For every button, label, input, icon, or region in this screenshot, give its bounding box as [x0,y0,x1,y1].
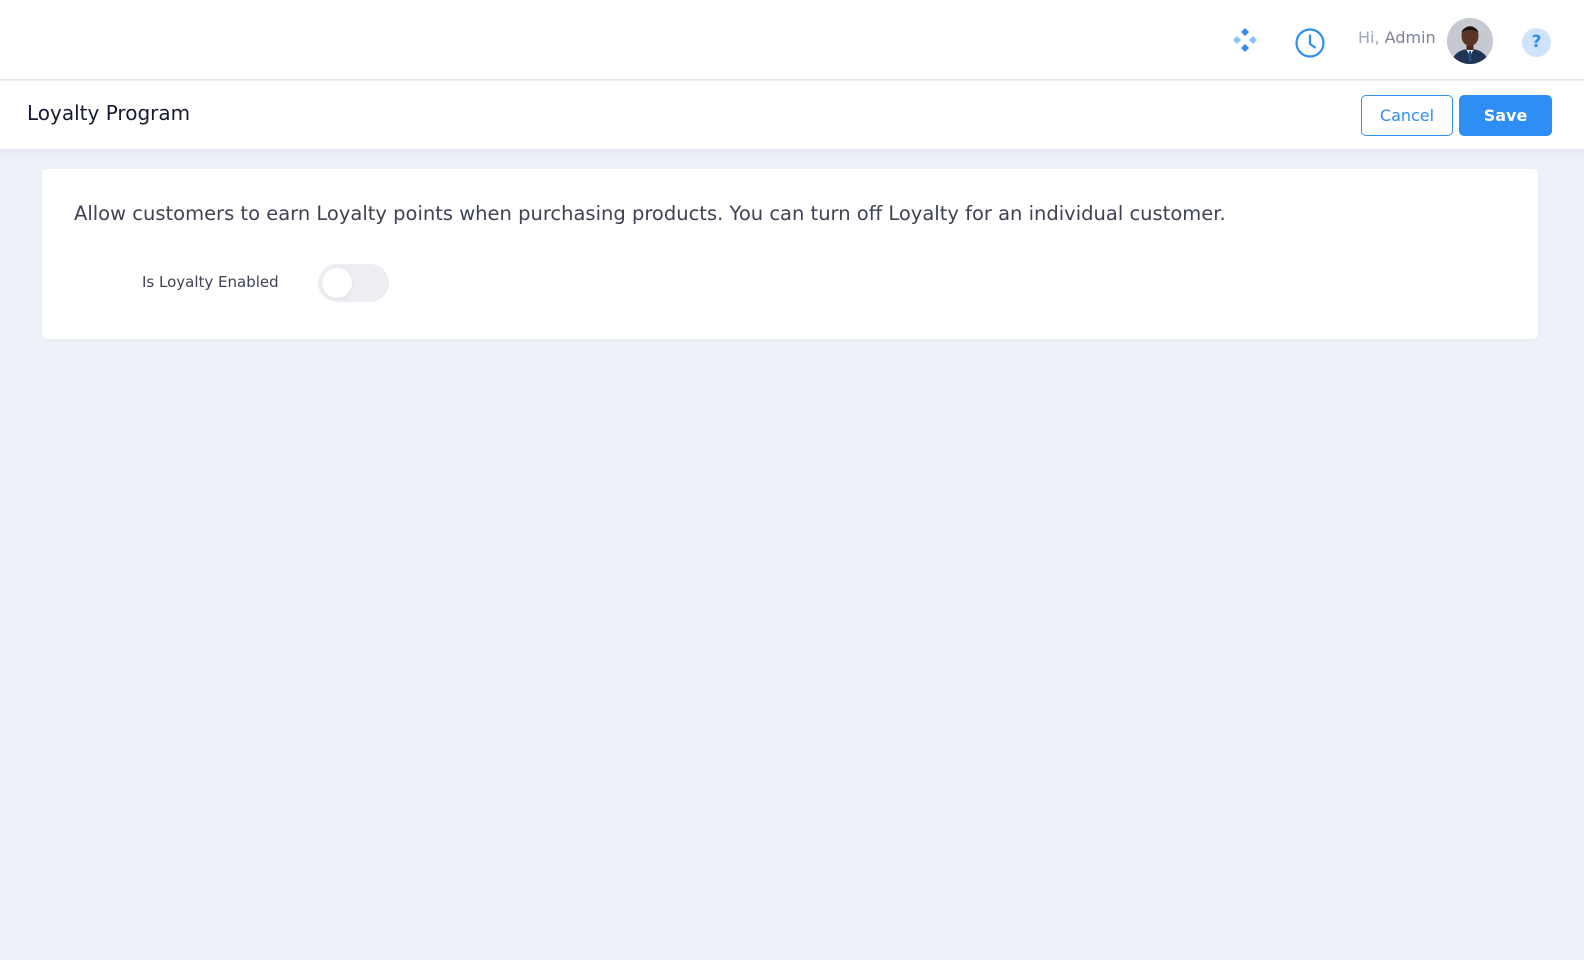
loyalty-toggle-label: Is Loyalty Enabled [142,273,279,291]
help-glyph: ? [1531,32,1542,52]
clock-icon[interactable] [1294,27,1326,59]
save-button[interactable]: Save [1459,95,1552,136]
loyalty-enabled-toggle[interactable] [318,264,389,302]
loyalty-settings-card: Allow customers to earn Loyalty points w… [42,169,1538,339]
user-name: Admin [1384,28,1436,47]
user-avatar-image [1447,18,1493,64]
help-icon[interactable]: ? [1522,28,1551,57]
loyalty-description: Allow customers to earn Loyalty points w… [74,202,1226,225]
greeting-prefix: Hi, [1358,28,1380,47]
page-title: Loyalty Program [27,101,191,125]
toggle-knob [322,268,352,298]
avatar[interactable] [1447,18,1493,64]
apps-diamond-icon[interactable] [1232,27,1258,53]
cancel-button[interactable]: Cancel [1361,95,1453,136]
top-navbar: Hi, Admin ? [0,0,1584,80]
page-header: Loyalty Program Cancel Save [0,81,1584,149]
user-greeting[interactable]: Hi, Admin [1358,28,1436,47]
